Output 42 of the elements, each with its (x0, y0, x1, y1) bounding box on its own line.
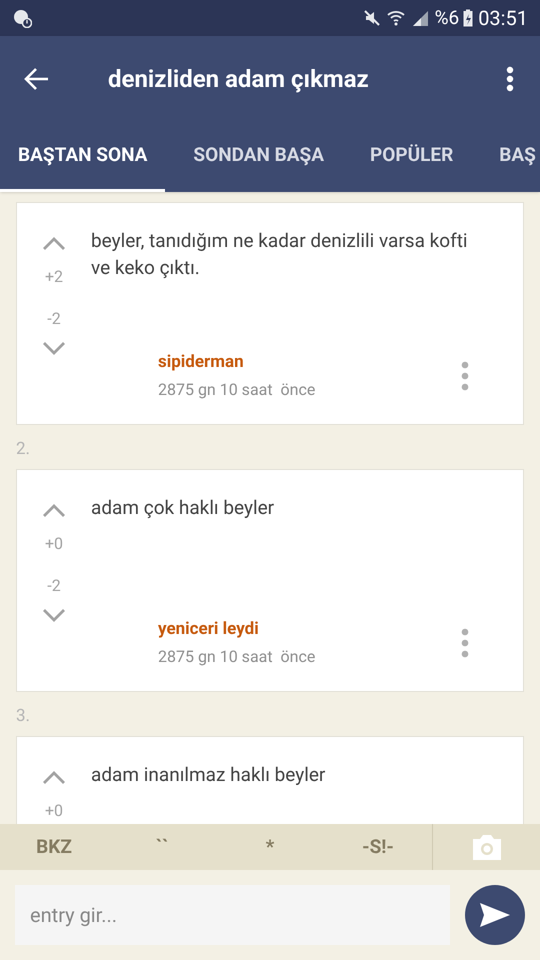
entry-number: 3. (16, 705, 32, 728)
format-button[interactable]: BKZ (0, 824, 108, 870)
notification-icon (12, 8, 32, 28)
format-button[interactable]: * (216, 824, 324, 870)
battery-icon (463, 9, 474, 27)
entry-text: adam çok haklı beyler (91, 495, 276, 521)
upvote-count: +0 (44, 800, 64, 822)
tab[interactable]: POPÜLER (352, 122, 472, 192)
entry-number: 2. (16, 438, 32, 461)
entry-time: 2875 gn 10 saat önce (158, 646, 316, 668)
clock: 03:51 (478, 5, 528, 32)
format-button[interactable]: -S!- (324, 824, 432, 870)
chevron-down-icon (42, 341, 66, 355)
tab[interactable]: BAŞ (481, 122, 540, 192)
battery-percent: %6 (434, 4, 460, 31)
mute-icon (362, 9, 381, 27)
send-icon (480, 903, 510, 927)
downvote-count: -2 (47, 308, 61, 330)
signal-icon (410, 9, 429, 27)
entry-input-field[interactable]: entry gir... (15, 885, 450, 945)
chevron-up-icon (42, 237, 66, 251)
overflow-menu-icon (461, 360, 469, 391)
entry-text: adam inanılmaz haklı beyler (91, 762, 326, 788)
entry-time: 2875 gn 10 saat önce (158, 379, 316, 401)
upvote-count: +2 (44, 266, 64, 288)
wifi-icon (386, 9, 405, 27)
chevron-up-icon (42, 504, 66, 518)
downvote-count: -2 (47, 575, 61, 597)
tab[interactable]: BAŞTAN SONA (0, 122, 166, 192)
upvote-count: +0 (44, 533, 64, 555)
chevron-up-icon (42, 771, 66, 785)
format-button[interactable]: `` (108, 824, 216, 870)
chevron-down-icon (42, 608, 66, 622)
author-link[interactable]: sipiderman (158, 350, 244, 375)
author-link[interactable]: yeniceri leydi (158, 616, 259, 642)
overflow-menu-icon (506, 66, 514, 92)
tab[interactable]: SONDAN BAŞA (175, 122, 342, 192)
camera-icon (470, 833, 502, 861)
back-arrow-icon (23, 67, 49, 91)
screen-title: denizliden adam çıkmaz (108, 64, 370, 95)
entry-text: beyler, tanıdığım ne kadar denizlili varsa kofti ve keko çıktı. (91, 228, 469, 281)
overflow-menu-icon (461, 628, 469, 658)
